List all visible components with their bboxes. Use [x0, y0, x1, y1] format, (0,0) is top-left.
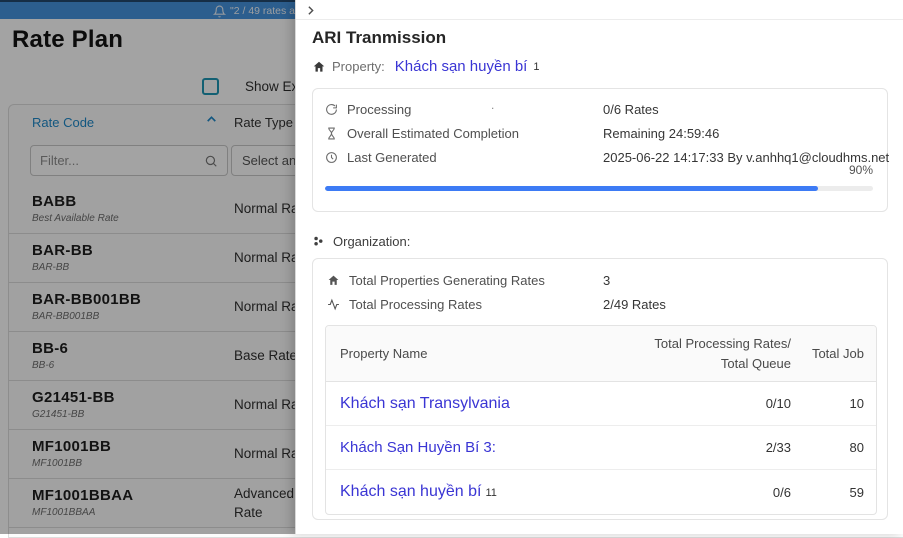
organization-properties-table: Property Name Total Processing Rates/ To… [325, 325, 877, 515]
chevron-right-icon[interactable] [304, 4, 317, 17]
column-header-queue: Total Processing Rates/ Total Queue [641, 334, 791, 373]
drawer-header-strip [296, 0, 903, 20]
home-icon [327, 274, 340, 287]
progress-bar-fill [325, 186, 818, 191]
clock-icon [325, 151, 338, 164]
total-properties-value: 3 [603, 273, 610, 288]
column-header-total-job: Total Job [791, 346, 876, 361]
property-link[interactable]: Khách sạn Transylvania [326, 395, 641, 413]
property-link[interactable]: Khách sạn huyền bí11 [326, 483, 641, 501]
sync-icon [325, 103, 338, 116]
processing-value: 0/6 Rates [603, 102, 659, 117]
progress-percent: 90% [849, 163, 873, 177]
column-header-property-name: Property Name [326, 346, 641, 361]
total-processing-label: Total Processing Rates [349, 297, 482, 312]
table-row[interactable]: Khách Sạn Huyền Bí 3: 2/33 80 [326, 426, 876, 470]
home-icon [312, 60, 326, 74]
job-value: 80 [791, 440, 876, 455]
queue-value: 0/10 [641, 396, 791, 411]
organization-card: Total Properties Generating Rates 3 Tota… [312, 258, 888, 520]
property-link[interactable]: Khách Sạn Huyền Bí 3: [326, 439, 641, 456]
status-card: Processing . 0/6 Rates Overall Estimated… [312, 88, 888, 212]
table-row[interactable]: Khách sạn huyền bí11 0/6 59 [326, 470, 876, 514]
processing-label: Processing [347, 102, 411, 117]
activity-icon [327, 298, 340, 311]
total-processing-value: 2/49 Rates [603, 297, 666, 312]
property-suffix: 1 [533, 61, 539, 73]
hourglass-icon [325, 127, 338, 140]
queue-value: 2/33 [641, 440, 791, 455]
property-link[interactable]: Khách sạn huyền bí [395, 58, 528, 75]
job-value: 10 [791, 396, 876, 411]
organization-label: Organization: [333, 234, 410, 249]
last-generated-value: 2025-06-22 14:17:33 By v.anhhq1@cloudhms… [603, 150, 889, 165]
ari-transmission-drawer: ARI Tranmission Property: Khách sạn huyề… [295, 0, 903, 534]
table-header-row: Property Name Total Processing Rates/ To… [326, 326, 876, 382]
estimated-completion-label: Overall Estimated Completion [347, 126, 519, 141]
last-generated-label: Last Generated [347, 150, 437, 165]
organization-icon [312, 235, 326, 249]
progress-bar [325, 186, 873, 191]
property-label: Property: [332, 59, 385, 74]
job-value: 59 [791, 485, 876, 500]
table-row[interactable]: Khách sạn Transylvania 0/10 10 [326, 382, 876, 426]
drawer-title: ARI Tranmission [312, 28, 446, 48]
total-properties-label: Total Properties Generating Rates [349, 273, 545, 288]
estimated-completion-value: Remaining 24:59:46 [603, 126, 719, 141]
queue-value: 0/6 [641, 485, 791, 500]
processing-dots: . [491, 98, 494, 112]
